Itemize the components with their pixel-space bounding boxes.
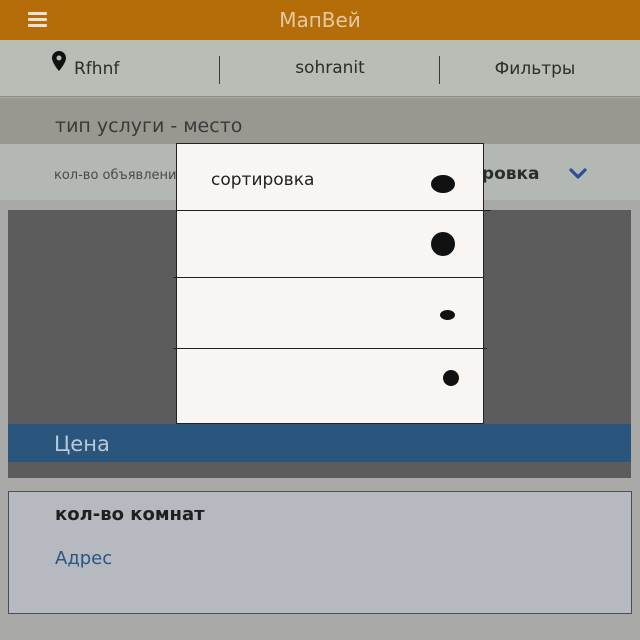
app-header: МапВей [0,0,640,40]
filters-button[interactable]: Фильтры [441,40,629,96]
chevron-down-icon[interactable] [568,166,588,182]
radio-dot-icon [431,175,455,193]
listing-count-label: кол-во объявлени [54,168,177,183]
radio-dot-icon [440,310,455,320]
location-button[interactable]: Rfhnf [52,40,119,96]
saved-button[interactable]: sohranit [221,40,439,96]
action-divider [439,56,440,84]
price-label: Цена [54,432,110,456]
radio-dot-icon [431,232,455,256]
location-label: Rfhnf [74,59,120,79]
service-type-label: тип услуги - место [55,115,243,137]
map-pin-icon [52,37,66,95]
address-link[interactable]: Адрес [55,548,112,569]
action-divider [219,56,220,84]
action-bar: Rfhnf sohranit Фильтры [0,40,640,97]
sort-option-label: сортировка [211,170,315,190]
sort-option[interactable] [177,211,483,277]
sort-option[interactable] [177,278,483,348]
sort-option[interactable]: сортировка [177,144,483,210]
rooms-count-label: кол-во комнат [55,504,205,525]
sort-dropdown: сортировка [173,143,491,424]
price-bar[interactable]: Цена [8,424,631,462]
radio-dot-icon [443,370,459,386]
app-title: МапВей [279,8,361,32]
sort-option[interactable] [177,349,483,423]
listing-card[interactable]: кол-во комнат Адрес [8,491,632,614]
service-type-row[interactable]: тип услуги - место [0,98,640,144]
